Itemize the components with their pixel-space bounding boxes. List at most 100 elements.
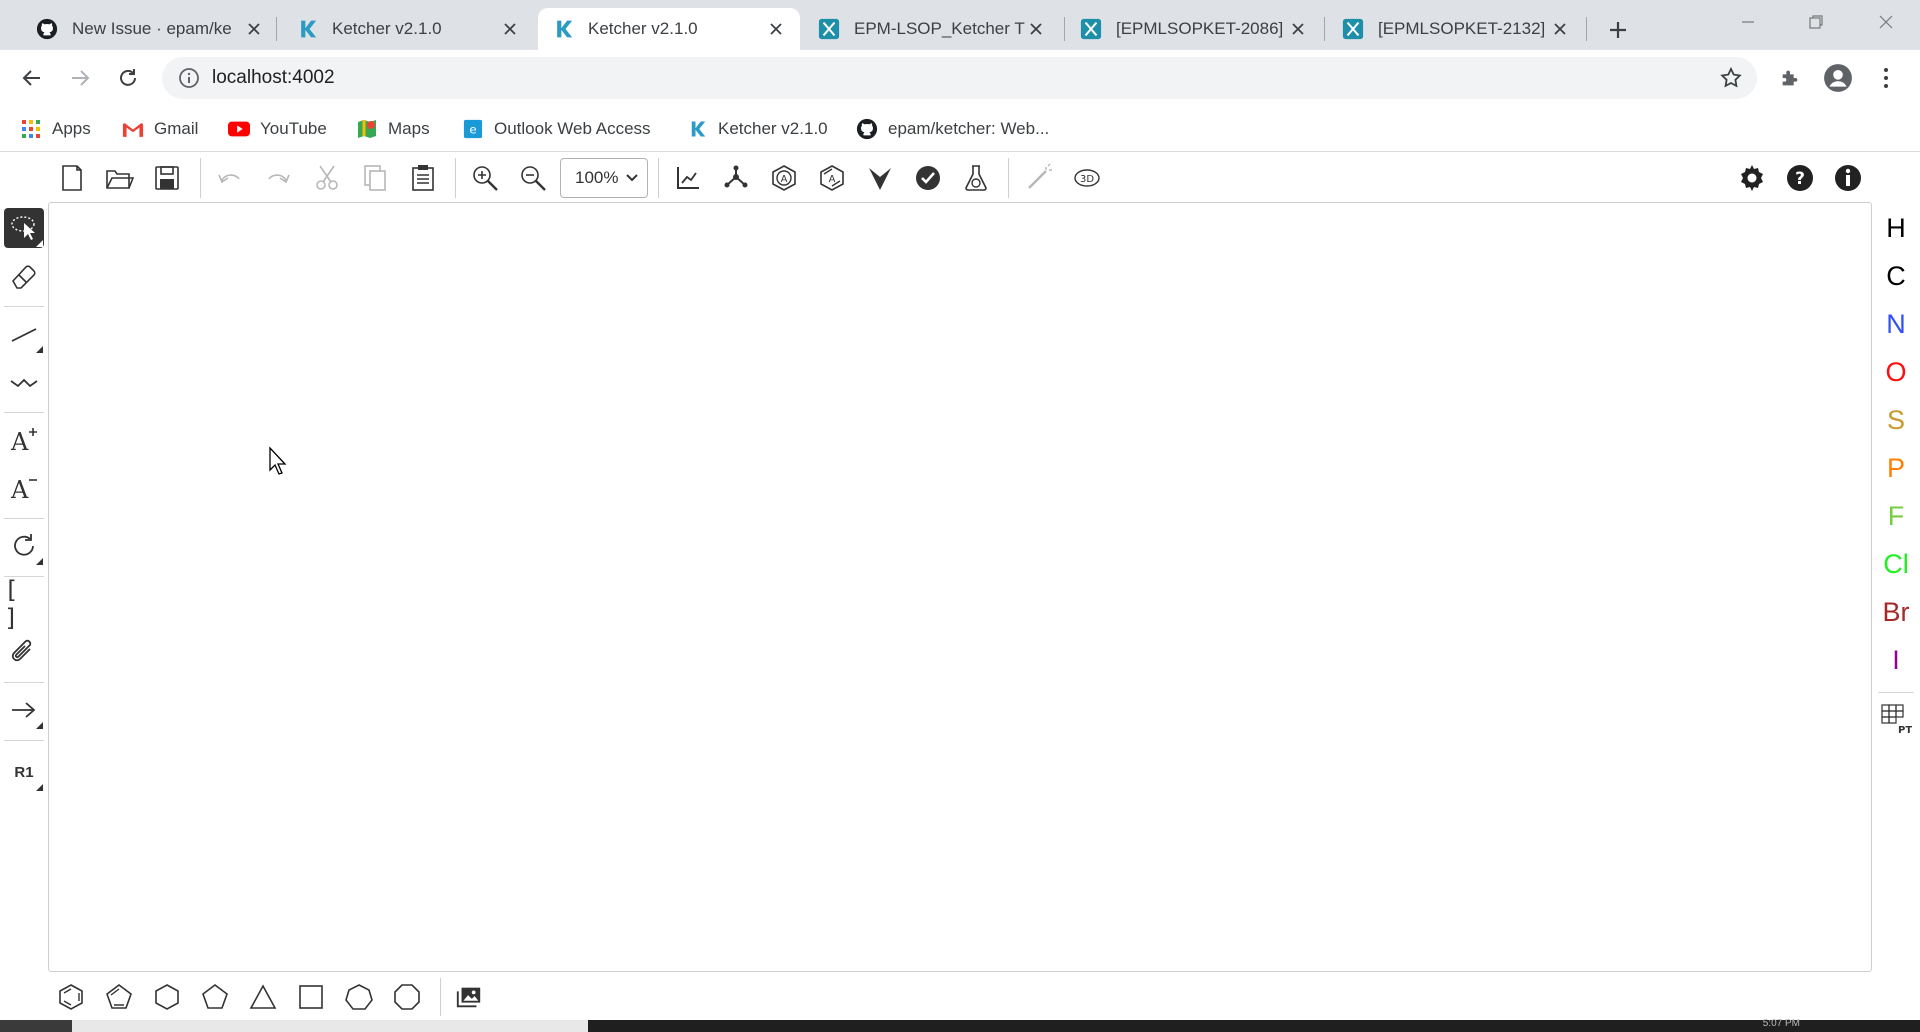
close-icon[interactable]	[1288, 19, 1308, 39]
periodic-table-icon: PT	[1881, 704, 1912, 736]
cyclohexane-icon	[155, 984, 179, 1010]
template-cyclobutane-button[interactable]	[294, 980, 328, 1014]
atom-n-button[interactable]: N	[1872, 304, 1920, 344]
info-icon[interactable]	[178, 67, 200, 89]
calculate-cip-button[interactable]	[862, 160, 898, 196]
lasso-select-icon	[11, 216, 35, 240]
browser-menu-button[interactable]	[1868, 60, 1904, 96]
browser-tab-ketcher-active[interactable]: Ketcher v2.1.0	[538, 8, 800, 50]
paste-button[interactable]	[405, 160, 441, 196]
dearomatize-button[interactable]: A	[814, 160, 850, 196]
copy-button[interactable]	[357, 160, 393, 196]
zoom-in-button[interactable]	[467, 160, 503, 196]
template-library-button[interactable]	[452, 980, 486, 1014]
help-button[interactable]: ?	[1782, 160, 1818, 196]
jira-icon	[1080, 18, 1102, 40]
charge-plus-button[interactable]: A	[4, 420, 44, 460]
template-toolbar	[0, 974, 1920, 1020]
clear-canvas-button[interactable]	[54, 160, 90, 196]
sgroup-tool-button[interactable]: [ ]	[4, 576, 44, 632]
atom-o-button[interactable]: O	[1872, 352, 1920, 392]
close-icon[interactable]	[1550, 19, 1570, 39]
extensions-button[interactable]	[1772, 60, 1808, 96]
close-window-button[interactable]	[1852, 0, 1920, 44]
url-text[interactable]: localhost:4002	[212, 67, 335, 89]
undo-button[interactable]	[212, 160, 248, 196]
check-structure-button[interactable]	[910, 160, 946, 196]
atom-p-button[interactable]: P	[1872, 448, 1920, 488]
bookmark-outlook[interactable]: e Outlook Web Access	[462, 114, 651, 144]
chain-tool-button[interactable]	[4, 362, 44, 402]
clean-up-button[interactable]	[718, 160, 754, 196]
bookmark-ketcher[interactable]: Ketcher v2.1.0	[686, 114, 828, 144]
minimize-button[interactable]	[1714, 0, 1782, 44]
atom-h-button[interactable]: H	[1872, 208, 1920, 248]
erase-tool-button[interactable]	[4, 256, 44, 296]
browser-tab-epm-lsop[interactable]: EPM-LSOP_Ketcher T	[804, 8, 1060, 50]
bookmark-github[interactable]: epam/ketcher: Web...	[856, 114, 1049, 144]
taskbar-search-box[interactable]	[72, 1020, 588, 1032]
atom-i-button[interactable]: I	[1872, 640, 1920, 680]
reaction-arrow-button[interactable]	[4, 690, 44, 730]
template-cyclohexane-button[interactable]	[150, 980, 184, 1014]
new-tab-button[interactable]	[1600, 12, 1636, 48]
template-cycloheptane-button[interactable]	[342, 980, 376, 1014]
restore-button[interactable]	[1782, 0, 1850, 44]
calculate-properties-button[interactable]	[958, 160, 994, 196]
zoom-out-button[interactable]	[515, 160, 551, 196]
template-cyclopentane-button[interactable]	[198, 980, 232, 1014]
charge-minus-button[interactable]: A	[4, 468, 44, 508]
svg-text:PT: PT	[1898, 725, 1912, 736]
zoom-select[interactable]: 100%	[560, 158, 648, 198]
atom-s-button[interactable]: S	[1872, 400, 1920, 440]
address-bar[interactable]: localhost:4002	[162, 57, 1757, 99]
browser-tab-epmlsopket-2132[interactable]: [EPMLSOPKET-2132]	[1328, 8, 1584, 50]
profile-button[interactable]	[1820, 60, 1856, 96]
rgroup-tool-button[interactable]: R1	[4, 752, 44, 792]
browser-tab-ketcher-1[interactable]: Ketcher v2.1.0	[282, 8, 534, 50]
close-icon[interactable]	[244, 19, 264, 39]
close-icon[interactable]	[500, 19, 520, 39]
atom-c-button[interactable]: C	[1872, 256, 1920, 296]
tab-title: EPM-LSOP_Ketcher T	[854, 19, 1025, 38]
atom-cl-button[interactable]: Cl	[1872, 544, 1920, 584]
3d-viewer-button[interactable]: 3D	[1069, 160, 1105, 196]
star-icon[interactable]	[1719, 66, 1743, 90]
aromatize-button[interactable]: A	[766, 160, 802, 196]
single-bond-button[interactable]	[4, 314, 44, 354]
template-cyclopentadiene-button[interactable]	[102, 980, 136, 1014]
bookmark-apps[interactable]: Apps	[20, 114, 91, 144]
bookmarks-bar: Apps Gmail YouTube Maps e Outlook Web Ac…	[0, 106, 1920, 152]
open-button[interactable]	[101, 160, 137, 196]
template-benzene-button[interactable]	[54, 980, 88, 1014]
redo-button[interactable]	[260, 160, 296, 196]
bookmark-youtube[interactable]: YouTube	[228, 114, 327, 144]
cut-button[interactable]	[309, 160, 345, 196]
bookmark-maps[interactable]: Maps	[356, 114, 430, 144]
charge-minus-icon: A	[10, 476, 37, 503]
taskbar-start-area[interactable]	[0, 1020, 72, 1032]
browser-tab-epmlsopket-2086[interactable]: [EPMLSOPKET-2086]	[1066, 8, 1322, 50]
bookmark-gmail[interactable]: Gmail	[122, 114, 198, 144]
back-button[interactable]	[14, 60, 50, 96]
browser-tab-new-issue[interactable]: New Issue · epam/ke	[22, 8, 278, 50]
close-icon[interactable]	[1026, 19, 1046, 39]
about-button[interactable]	[1830, 160, 1866, 196]
template-cyclooctane-button[interactable]	[390, 980, 424, 1014]
reload-button[interactable]	[110, 60, 146, 96]
periodic-table-button[interactable]: PT	[1880, 702, 1912, 738]
close-icon[interactable]	[766, 19, 786, 39]
save-button[interactable]	[149, 160, 185, 196]
rotate-tool-button[interactable]	[4, 526, 44, 566]
template-cyclopropane-button[interactable]	[246, 980, 280, 1014]
atom-f-button[interactable]: F	[1872, 496, 1920, 536]
atom-br-button[interactable]: Br	[1872, 592, 1920, 632]
recognize-button[interactable]	[1021, 160, 1057, 196]
zoom-out-icon	[521, 166, 546, 191]
select-tool-button[interactable]	[4, 208, 44, 248]
forward-button[interactable]	[62, 60, 98, 96]
drawing-canvas[interactable]	[48, 202, 1872, 972]
attach-point-button[interactable]	[4, 632, 44, 672]
layout-button[interactable]	[670, 160, 706, 196]
settings-button[interactable]	[1734, 160, 1770, 196]
